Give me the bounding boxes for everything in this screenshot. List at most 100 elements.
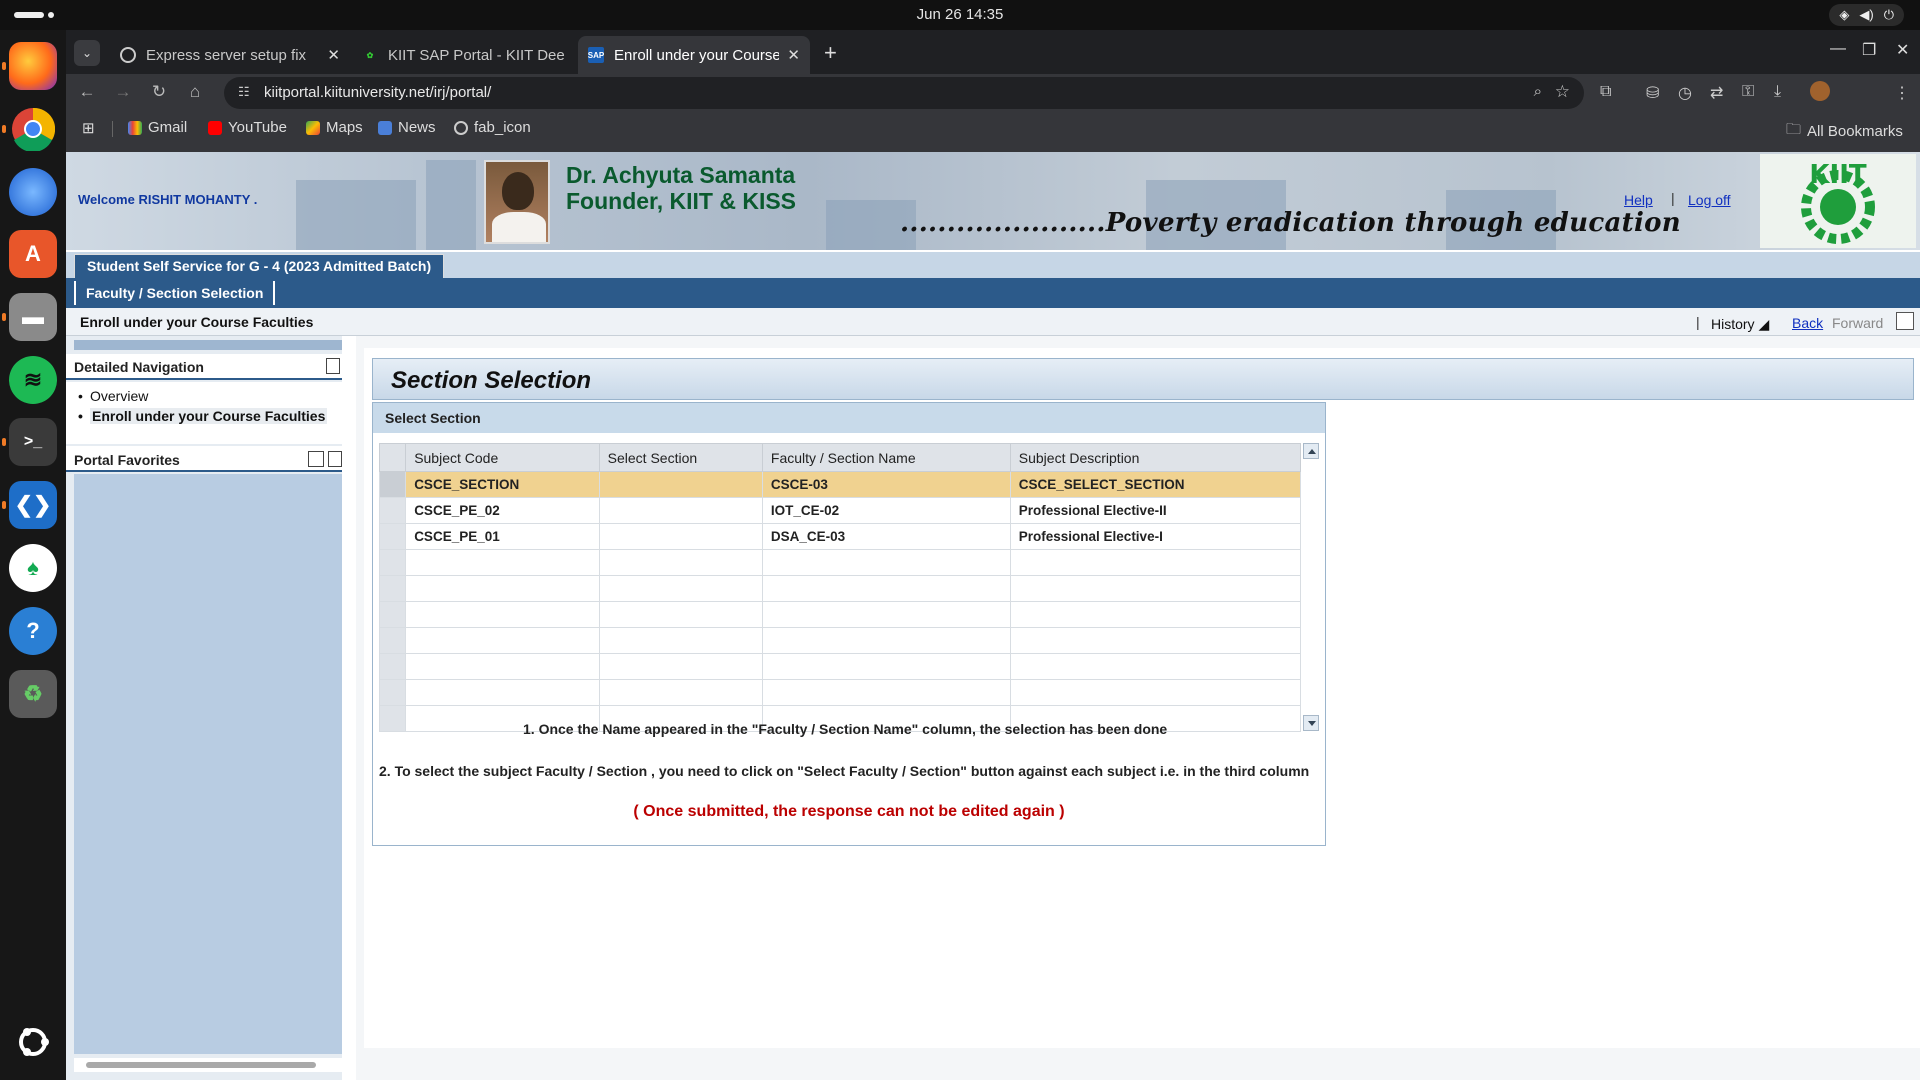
horizontal-scrollbar[interactable] bbox=[74, 1058, 342, 1072]
bookmark-maps[interactable]: Maps bbox=[306, 119, 363, 136]
firefox-icon[interactable] bbox=[2, 42, 57, 90]
row-selector[interactable] bbox=[378, 497, 407, 524]
terminal-icon[interactable]: >_ bbox=[2, 418, 57, 466]
password-key-icon[interactable]: ⚿ bbox=[1742, 83, 1754, 101]
row-selector-header[interactable] bbox=[378, 443, 407, 472]
column-header[interactable]: Subject Description bbox=[1009, 443, 1302, 472]
table-row[interactable] bbox=[378, 575, 1302, 602]
row-selector[interactable] bbox=[378, 653, 407, 680]
table-cell[interactable] bbox=[598, 575, 763, 602]
files-icon[interactable]: ▬ bbox=[2, 293, 57, 341]
forward-link[interactable]: Forward bbox=[1832, 315, 1883, 331]
all-bookmarks-button[interactable]: 🗀 All Bookmarks bbox=[1786, 119, 1903, 144]
home-icon[interactable]: ⌂ bbox=[184, 82, 206, 102]
tab-express-server[interactable]: Express server setup fix ✕ bbox=[110, 36, 350, 74]
row-selector[interactable] bbox=[378, 549, 407, 576]
table-cell[interactable] bbox=[598, 601, 763, 628]
address-bar[interactable]: ☷ kiitportal.kiituniversity.net/irj/port… bbox=[224, 77, 1584, 109]
row-selector[interactable] bbox=[378, 627, 407, 654]
tab-search-button[interactable]: ⌄ bbox=[74, 40, 100, 66]
ubuntu-icon[interactable] bbox=[9, 1018, 57, 1066]
new-tab-button[interactable]: + bbox=[824, 40, 837, 66]
reload-icon[interactable]: ↻ bbox=[148, 82, 170, 102]
maximize-icon[interactable]: ❐ bbox=[1862, 40, 1876, 60]
back-link[interactable]: Back bbox=[1792, 315, 1823, 331]
row-selector[interactable] bbox=[378, 471, 407, 498]
favorites-options-icon[interactable] bbox=[308, 451, 324, 467]
table-vertical-scrollbar[interactable] bbox=[1303, 443, 1319, 733]
favorites-collapse-icon[interactable] bbox=[328, 451, 342, 467]
table-row[interactable] bbox=[378, 601, 1302, 628]
system-status-area[interactable]: ◈ ◀) ⏻ bbox=[1829, 4, 1904, 26]
bookmark-gmail[interactable]: Gmail bbox=[128, 119, 187, 136]
table-cell[interactable] bbox=[598, 471, 763, 498]
scroll-up-icon[interactable] bbox=[1303, 443, 1319, 459]
vscode-icon[interactable]: ❮❯ bbox=[2, 481, 57, 529]
bookmark-star-icon[interactable]: ☆ bbox=[1555, 82, 1570, 102]
table-row[interactable]: CSCE_PE_01 DSA_CE-03 Professional Elective… bbox=[378, 523, 1302, 550]
apps-grid-icon[interactable]: ⊞ bbox=[82, 119, 95, 137]
zoom-icon[interactable]: ⌕ bbox=[1534, 83, 1542, 100]
table-row[interactable] bbox=[378, 653, 1302, 680]
mongodb-icon[interactable]: ♠ bbox=[9, 544, 57, 592]
row-selector[interactable] bbox=[378, 705, 407, 732]
bookmark-youtube[interactable]: YouTube bbox=[208, 119, 287, 136]
incognito-icon[interactable]: ⛁ bbox=[1646, 83, 1659, 103]
history-menu[interactable]: History ◢ bbox=[1711, 316, 1769, 333]
table-row[interactable]: CSCE_SECTION CSCE-03 CSCE_SELECT_SECTION bbox=[378, 471, 1302, 498]
scroll-down-icon[interactable] bbox=[1303, 715, 1319, 731]
history-icon[interactable]: ◷ bbox=[1678, 83, 1692, 103]
app-center-icon[interactable]: A bbox=[9, 230, 57, 278]
browser-menu-icon[interactable]: ⋮ bbox=[1894, 83, 1910, 103]
table-row[interactable]: CSCE_PE_02 IOT_CE-02 Professional Elective… bbox=[378, 497, 1302, 524]
table-cell[interactable] bbox=[598, 549, 763, 576]
page-menu-icon[interactable] bbox=[1896, 312, 1914, 330]
row-selector[interactable] bbox=[378, 523, 407, 550]
logoff-link[interactable]: Log off bbox=[1688, 192, 1731, 208]
close-tab-icon[interactable]: ✕ bbox=[787, 46, 800, 64]
scrollbar-thumb[interactable] bbox=[86, 1062, 316, 1068]
forward-arrow-icon[interactable]: → bbox=[112, 82, 134, 102]
close-tab-icon[interactable]: ✕ bbox=[327, 46, 340, 64]
extensions-icon[interactable]: ⧉ bbox=[1600, 83, 1611, 101]
column-header[interactable]: Faculty / Section Name bbox=[761, 443, 1011, 472]
table-cell bbox=[761, 549, 1011, 576]
column-header[interactable]: Select Section bbox=[598, 443, 763, 472]
row-selector[interactable] bbox=[378, 601, 407, 628]
bookmark-news[interactable]: News bbox=[378, 119, 436, 136]
table-cell[interactable] bbox=[598, 523, 763, 550]
tab-enroll-course[interactable]: SAP Enroll under your Course ✕ bbox=[578, 36, 810, 74]
table-cell[interactable] bbox=[598, 679, 763, 706]
bookmark-fab-icon[interactable]: fab_icon bbox=[454, 119, 531, 136]
chrome-icon[interactable] bbox=[2, 105, 57, 153]
tab-faculty-section-selection[interactable]: Faculty / Section Selection bbox=[74, 281, 276, 305]
tab-student-self-service[interactable]: Student Self Service for G - 4 (2023 Adm… bbox=[74, 254, 445, 278]
download-icon[interactable]: ⤓ bbox=[1774, 83, 1781, 101]
help-link[interactable]: Help bbox=[1624, 192, 1653, 208]
trash-icon[interactable]: ♻ bbox=[9, 670, 57, 718]
spotify-icon[interactable]: ≋ bbox=[9, 356, 57, 404]
table-row[interactable] bbox=[378, 627, 1302, 654]
row-selector[interactable] bbox=[378, 575, 407, 602]
clock[interactable]: Jun 26 14:35 bbox=[0, 6, 1920, 23]
help-icon[interactable]: ? bbox=[9, 607, 57, 655]
nav-item-enroll[interactable]: Enroll under your Course Faculties bbox=[78, 408, 328, 424]
back-arrow-icon[interactable]: ← bbox=[76, 82, 98, 102]
table-cell[interactable] bbox=[598, 627, 763, 654]
thunderbird-icon[interactable] bbox=[9, 168, 57, 216]
table-row[interactable] bbox=[378, 549, 1302, 576]
profile-avatar[interactable] bbox=[1810, 81, 1830, 101]
close-window-icon[interactable]: ✕ bbox=[1896, 40, 1909, 60]
navigation-splitter[interactable] bbox=[74, 340, 342, 350]
table-row[interactable] bbox=[378, 679, 1302, 706]
table-cell[interactable] bbox=[598, 653, 763, 680]
url-text[interactable]: kiitportal.kiituniversity.net/irj/portal… bbox=[264, 84, 491, 101]
minimize-icon[interactable]: — bbox=[1830, 40, 1846, 58]
column-header[interactable]: Subject Code bbox=[405, 443, 600, 472]
row-selector[interactable] bbox=[378, 679, 407, 706]
collapse-icon[interactable] bbox=[326, 358, 340, 374]
nav-item-overview[interactable]: Overview bbox=[78, 388, 148, 404]
translate-icon[interactable]: ⇄ bbox=[1710, 83, 1723, 103]
table-cell[interactable] bbox=[598, 497, 763, 524]
site-info-icon[interactable]: ☷ bbox=[238, 84, 250, 100]
